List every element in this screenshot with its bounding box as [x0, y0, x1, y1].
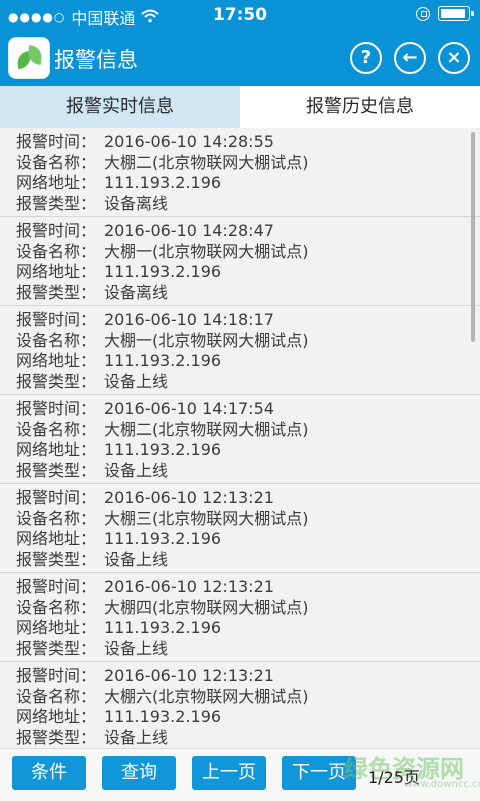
pagination-bar: 条件 查询 上一页 下一页 绿色资源网 1/25页 www.downcc.com [0, 748, 480, 801]
network-address: 111.193.2.196 [104, 618, 222, 637]
alarm-type: 设备上线 [104, 549, 169, 569]
device-label: 设备名称： [16, 241, 97, 261]
time-label: 报警时间： [16, 666, 97, 685]
time-label: 报警时间： [16, 399, 97, 418]
help-button[interactable]: ? [350, 42, 382, 74]
alarm-time: 2016-06-10 14:18:17 [104, 310, 274, 329]
alarm-time: 2016-06-10 14:28:47 [104, 221, 274, 240]
battery-icon [438, 6, 474, 21]
alarm-type: 设备上线 [104, 727, 169, 747]
network-address: 111.193.2.196 [104, 173, 222, 192]
device-name: 大棚二(北京物联网大棚试点) [104, 152, 309, 172]
device-name: 大棚三(北京物联网大棚试点) [104, 508, 309, 528]
device-name: 大棚二(北京物联网大棚试点) [104, 419, 309, 439]
device-label: 设备名称： [16, 508, 97, 528]
app-logo-icon [8, 37, 50, 79]
network-address: 111.193.2.196 [104, 529, 222, 548]
device-label: 设备名称： [16, 419, 97, 439]
address-label: 网络地址： [16, 351, 97, 370]
type-label: 报警类型： [16, 549, 97, 569]
alarm-item[interactable]: 报警时间： 2016-06-10 12:13:21 设备名称： 大棚六(北京物联网大… [0, 662, 480, 748]
time-label: 报警时间： [16, 488, 97, 507]
alarm-type: 设备离线 [104, 282, 169, 302]
alarm-time: 2016-06-10 12:13:21 [104, 488, 274, 507]
query-button[interactable]: 查询 [102, 756, 176, 790]
device-name: 大棚六(北京物联网大棚试点) [104, 686, 309, 706]
alarm-item[interactable]: 报警时间： 2016-06-10 14:18:17 设备名称： 大棚一(北京物联网大… [0, 306, 480, 395]
tab-history-alarms[interactable]: 报警历史信息 [240, 86, 480, 128]
type-label: 报警类型： [16, 638, 97, 658]
address-label: 网络地址： [16, 618, 97, 637]
network-address: 111.193.2.196 [104, 707, 222, 726]
time-label: 报警时间： [16, 577, 97, 596]
type-label: 报警类型： [16, 371, 97, 391]
alarm-time: 2016-06-10 12:13:21 [104, 666, 274, 685]
device-name: 大棚一(北京物联网大棚试点) [104, 241, 309, 261]
rotation-lock-icon [416, 6, 430, 21]
alarm-list[interactable]: 报警时间： 2016-06-10 14:28:55 设备名称： 大棚二(北京物联网大… [0, 128, 480, 748]
alarm-item[interactable]: 报警时间： 2016-06-10 14:28:47 设备名称： 大棚一(北京物联网大… [0, 217, 480, 306]
clock: 17:50 [212, 5, 268, 25]
device-label: 设备名称： [16, 686, 97, 706]
alarm-item[interactable]: 报警时间： 2016-06-10 14:28:55 设备名称： 大棚二(北京物联网大… [0, 128, 480, 217]
type-label: 报警类型： [16, 193, 97, 213]
condition-button[interactable]: 条件 [12, 756, 86, 790]
address-label: 网络地址： [16, 262, 97, 281]
status-bar: ●●●●○ 中国联通 17:50 [0, 0, 480, 30]
device-name: 大棚一(北京物联网大棚试点) [104, 330, 309, 350]
alarm-type: 设备上线 [104, 371, 169, 391]
alarm-time: 2016-06-10 14:28:55 [104, 132, 274, 151]
address-label: 网络地址： [16, 173, 97, 192]
device-label: 设备名称： [16, 597, 97, 617]
alarm-type: 设备上线 [104, 460, 169, 480]
status-right [416, 6, 474, 21]
tab-realtime-alarms[interactable]: 报警实时信息 [0, 86, 240, 128]
page-title: 报警信息 [54, 48, 138, 72]
time-label: 报警时间： [16, 221, 97, 240]
address-label: 网络地址： [16, 529, 97, 548]
alarm-type: 设备上线 [104, 638, 169, 658]
close-button[interactable]: × [438, 42, 470, 74]
device-label: 设备名称： [16, 152, 97, 172]
alarm-item[interactable]: 报警时间： 2016-06-10 12:13:21 设备名称： 大棚四(北京物联网大… [0, 573, 480, 662]
alarm-time: 2016-06-10 12:13:21 [104, 577, 274, 596]
scrollbar[interactable] [471, 132, 475, 342]
time-label: 报警时间： [16, 310, 97, 329]
network-address: 111.193.2.196 [104, 262, 222, 281]
address-label: 网络地址： [16, 440, 97, 459]
app-header: 报警信息 ? ← × [0, 30, 480, 86]
prev-page-button[interactable]: 上一页 [192, 756, 266, 790]
type-label: 报警类型： [16, 282, 97, 302]
address-label: 网络地址： [16, 707, 97, 726]
alarm-item[interactable]: 报警时间： 2016-06-10 14:17:54 设备名称： 大棚二(北京物联网大… [0, 395, 480, 484]
tab-bar: 报警实时信息 报警历史信息 [0, 86, 480, 128]
watermark-url: www.downcc.com [404, 779, 480, 790]
time-label: 报警时间： [16, 132, 97, 151]
back-button[interactable]: ← [394, 42, 426, 74]
device-name: 大棚四(北京物联网大棚试点) [104, 597, 309, 617]
alarm-type: 设备离线 [104, 193, 169, 213]
type-label: 报警类型： [16, 460, 97, 480]
alarm-item[interactable]: 报警时间： 2016-06-10 12:13:21 设备名称： 大棚三(北京物联网大… [0, 484, 480, 573]
type-label: 报警类型： [16, 727, 97, 747]
network-address: 111.193.2.196 [104, 351, 222, 370]
device-label: 设备名称： [16, 330, 97, 350]
alarm-time: 2016-06-10 14:17:54 [104, 399, 274, 418]
network-address: 111.193.2.196 [104, 440, 222, 459]
